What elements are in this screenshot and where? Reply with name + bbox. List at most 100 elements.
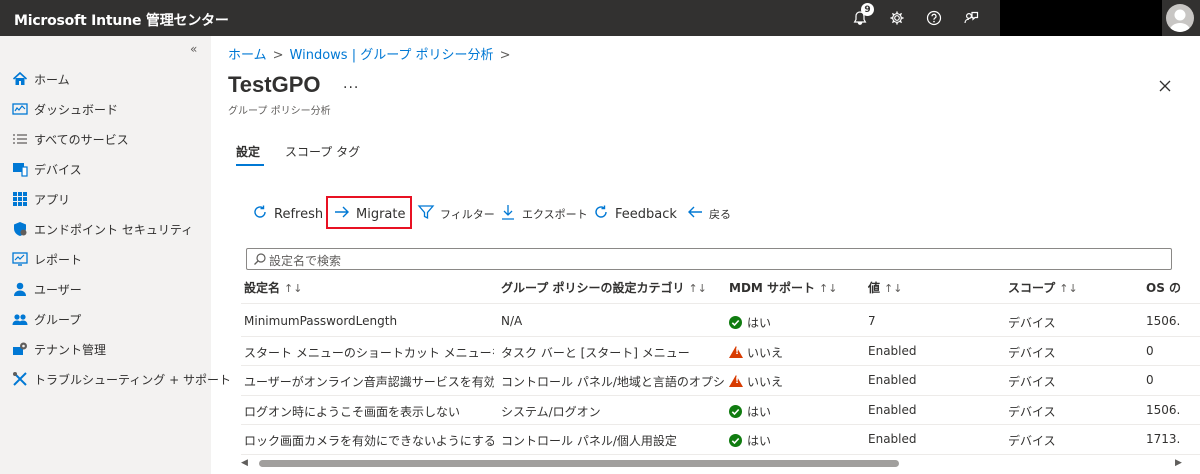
cell-value: Enabled xyxy=(868,343,917,358)
more-options-button[interactable]: ... xyxy=(343,76,359,92)
arrow-left-icon xyxy=(686,203,704,225)
mdm-support-label: はい xyxy=(747,316,772,330)
scroll-left-arrow[interactable]: ◀ xyxy=(241,458,248,468)
column-header-category[interactable]: グループ ポリシーの設定カテゴリ ↑↓ xyxy=(501,279,707,296)
column-header-scope[interactable]: スコープ ↑↓ xyxy=(1008,279,1078,296)
row-divider xyxy=(241,394,1200,396)
column-label: MDM サポート xyxy=(729,281,816,295)
warning-icon: ! xyxy=(729,375,743,388)
tab-settings[interactable]: 設定 xyxy=(236,143,260,160)
sidebar-item-label: ダッシュボード xyxy=(34,102,119,117)
column-label: スコープ xyxy=(1008,281,1056,295)
cell-category: システム/ログオン xyxy=(501,404,601,419)
sidebar-item-tenant-admin[interactable]: テナント管理 xyxy=(0,334,211,364)
feedback-button[interactable]: Feedback xyxy=(592,202,677,226)
sidebar-item-label: トラブルシューティング + サポート xyxy=(34,372,231,387)
check-circle-icon xyxy=(729,404,742,418)
column-header-setting-name[interactable]: 設定名 ↑↓ xyxy=(244,279,302,296)
cell-name: ログオン時にようこそ画面を表示しない xyxy=(244,404,461,419)
sidebar-item-home[interactable]: ホーム xyxy=(0,64,211,94)
sort-icon: ↑↓ xyxy=(688,282,707,295)
collapse-sidebar-button[interactable]: « xyxy=(190,42,197,56)
column-header-mdm-support[interactable]: MDM サポート ↑↓ xyxy=(729,279,837,296)
sidebar: « ホーム ダッシュボード すべてのサービス デバイス アプリ エンドポイント … xyxy=(0,36,231,474)
sidebar-item-label: すべてのサービス xyxy=(34,132,129,147)
cell-value: Enabled xyxy=(868,432,917,447)
reports-icon xyxy=(11,250,29,268)
avatar[interactable] xyxy=(1166,4,1194,32)
migrate-button[interactable]: Migrate xyxy=(333,202,406,226)
export-button[interactable]: エクスポート xyxy=(499,202,588,226)
sidebar-item-label: レポート xyxy=(34,252,83,267)
sidebar-item-groups[interactable]: グループ xyxy=(0,304,211,334)
scrollbar-thumb[interactable] xyxy=(259,460,899,467)
sort-icon: ↑↓ xyxy=(1059,282,1078,295)
breadcrumb-home[interactable]: ホーム xyxy=(228,48,267,63)
cell-os: 1506. xyxy=(1146,314,1181,328)
column-label: 値 xyxy=(868,281,881,295)
sidebar-item-label: ホーム xyxy=(34,72,70,87)
column-label: OS の xyxy=(1146,281,1182,295)
row-divider xyxy=(241,424,1200,426)
cell-name: スタート メニューのショートカット メニューを無効にする xyxy=(244,345,494,360)
refresh-button[interactable]: Refresh xyxy=(251,202,323,226)
column-header-os[interactable]: OS の xyxy=(1146,279,1181,296)
search-icon xyxy=(253,252,267,270)
sidebar-item-users[interactable]: ユーザー xyxy=(0,274,211,304)
horizontal-scrollbar[interactable]: ◀ ▶ xyxy=(241,455,1187,473)
cell-category: タスク バーと [スタート] メニュー xyxy=(501,345,690,360)
tenant-icon xyxy=(11,340,29,358)
filter-button[interactable]: フィルター xyxy=(417,202,495,226)
search-placeholder: 設定名で検索 xyxy=(269,254,342,268)
scroll-right-arrow[interactable]: ▶ xyxy=(1175,458,1182,468)
gear-icon[interactable] xyxy=(887,8,907,28)
sidebar-item-reports[interactable]: レポート xyxy=(0,244,211,274)
sidebar-item-label: テナント管理 xyxy=(34,342,107,357)
check-circle-icon xyxy=(729,434,742,448)
cell-name: ロック画面カメラを有効にできないようにする xyxy=(244,434,494,449)
app-title[interactable]: Microsoft Intune 管理センター xyxy=(14,10,229,30)
search-input[interactable]: 設定名で検索 xyxy=(246,248,1172,270)
breadcrumb-section[interactable]: Windows | グループ ポリシー分析 xyxy=(290,48,494,63)
list-icon xyxy=(11,130,29,148)
help-icon[interactable] xyxy=(924,8,944,28)
sidebar-item-troubleshooting[interactable]: トラブルシューティング + サポート xyxy=(0,364,231,394)
mdm-support-label: いいえ xyxy=(747,375,784,390)
cell-mdm: ! いいえ xyxy=(729,373,864,390)
sidebar-item-label: アプリ xyxy=(34,192,71,207)
refresh-label: Refresh xyxy=(274,206,324,222)
cell-value: Enabled xyxy=(868,373,917,388)
back-button[interactable]: 戻る xyxy=(686,202,731,226)
header-divider xyxy=(241,303,1200,304)
sort-icon: ↑↓ xyxy=(884,282,903,295)
cell-os: 0 xyxy=(1146,343,1154,358)
account-name-redacted[interactable] xyxy=(1000,0,1162,36)
arrow-right-icon xyxy=(333,203,351,225)
sidebar-item-label: グループ xyxy=(34,312,82,327)
cell-scope: デバイス xyxy=(1008,434,1056,449)
feedback-icon[interactable] xyxy=(961,8,981,28)
breadcrumb-separator: > xyxy=(499,48,511,63)
cell-category: コントロール パネル/個人用設定 xyxy=(501,434,677,449)
row-divider xyxy=(241,335,1200,337)
apps-icon xyxy=(11,190,29,208)
tab-scope-tags[interactable]: スコープ タグ xyxy=(285,143,360,160)
column-label: グループ ポリシーの設定カテゴリ xyxy=(501,281,685,295)
sidebar-item-endpoint-security[interactable]: エンドポイント セキュリティ xyxy=(0,214,211,244)
cell-value: Enabled xyxy=(868,402,917,417)
close-icon[interactable] xyxy=(1155,76,1175,96)
cell-mdm: ! いいえ xyxy=(729,344,864,361)
cell-category: N/A xyxy=(501,314,523,328)
column-header-value[interactable]: 値 ↑↓ xyxy=(868,279,902,296)
sort-icon: ↑↓ xyxy=(284,282,303,295)
page-subtitle: グループ ポリシー分析 xyxy=(228,106,331,117)
sidebar-item-devices[interactable]: デバイス xyxy=(0,154,211,184)
bell-icon[interactable]: 9 xyxy=(850,3,874,28)
sidebar-item-dashboard[interactable]: ダッシュボード xyxy=(0,94,211,124)
page-title: TestGPO xyxy=(228,72,321,97)
sidebar-item-apps[interactable]: アプリ xyxy=(0,184,211,214)
back-label: 戻る xyxy=(709,208,731,221)
wrench-icon xyxy=(11,370,29,388)
sidebar-item-all-services[interactable]: すべてのサービス xyxy=(0,124,211,154)
cell-mdm: はい xyxy=(729,432,864,449)
